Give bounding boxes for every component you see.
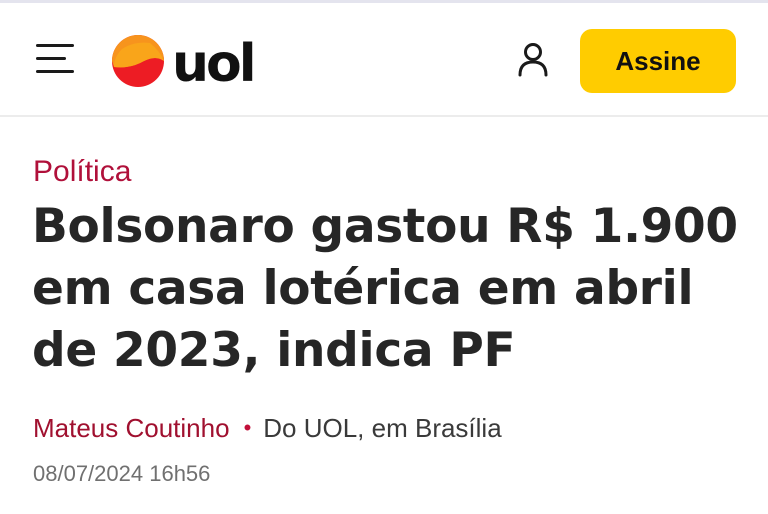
byline: Mateus Coutinho • Do UOL, em Brasília [33,410,502,446]
hamburger-menu-icon [36,44,74,47]
menu-bar-bottom [36,70,74,73]
publish-date: 08/07/2024 16h56 [33,461,211,486]
byline-location: Do UOL, em Brasília [263,413,502,443]
uol-sun-icon [112,35,164,87]
uol-logo[interactable]: uol [110,31,270,91]
menu-bar-middle [36,57,66,60]
menu-button[interactable] [36,41,76,77]
site-header: uol Assine [0,3,768,117]
subscribe-button[interactable]: Assine [580,29,736,93]
logo-text: uol [172,34,254,91]
article-page: uol Assine Política Bolsonaro gastou R$ … [0,0,768,514]
section-label[interactable]: Política [33,152,131,192]
user-icon[interactable] [516,41,550,77]
author-link[interactable]: Mateus Coutinho [33,413,230,443]
article-headline: Bolsonaro gastou R$ 1.900 em casa lotéri… [32,199,738,378]
byline-separator: • [243,415,252,440]
